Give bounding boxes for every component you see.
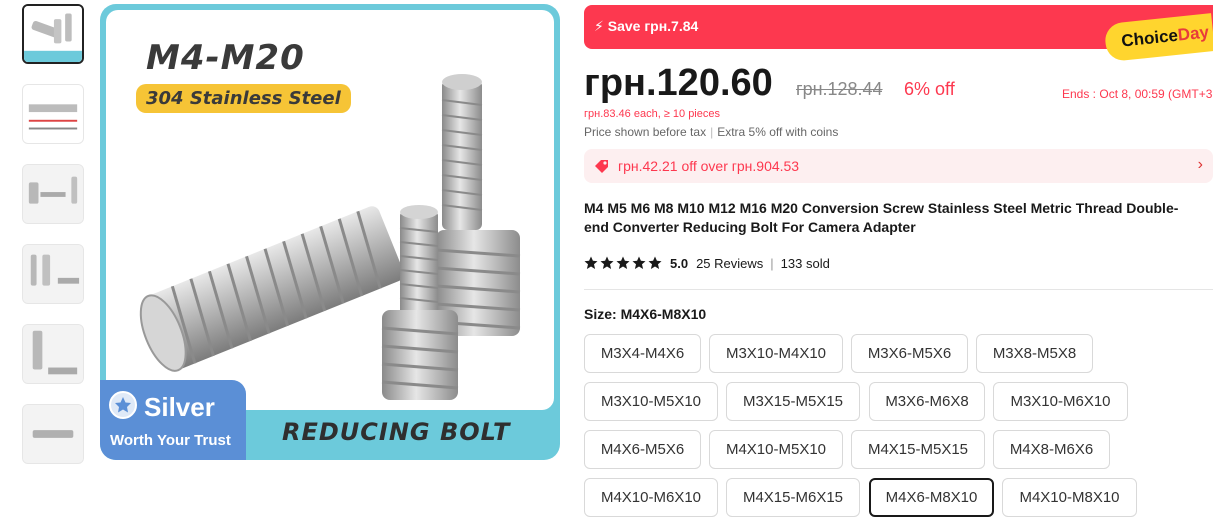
product-title: M4 M5 M6 M8 M10 M12 M16 M20 Conversion S… [584,200,1179,235]
promo-bar: ⚡ Save грн.7.84 ChoiceDay [584,5,1213,63]
tax-text: Price shown before tax [584,125,707,139]
thumbnail-6[interactable] [22,404,84,464]
star-icon [632,256,646,269]
size-option[interactable]: M3X10-M4X10 [709,334,843,373]
thumbnail-4[interactable] [22,244,84,304]
size-option[interactable]: M3X4-M4X6 [584,334,701,373]
rating-row[interactable]: 5.0 25 Reviews | 133 sold [584,254,830,272]
size-option[interactable]: M4X10-M5X10 [709,430,843,469]
size-option[interactable]: M4X15-M6X15 [726,478,860,517]
save-amount: Save грн.7.84 [607,18,699,34]
sold-count: 133 sold [780,255,830,271]
sale-ends: Ends : Oct 8, 00:59 (GMT+3 [1062,87,1213,101]
star-icon [584,256,598,269]
bulk-price: грн.83.46 each, ≥ 10 pieces [584,108,720,120]
size-option[interactable]: M4X10-M8X10 [1002,478,1137,517]
size-option[interactable]: M4X6-M8X10 [869,478,994,517]
coupon-text: грн.42.21 off over грн.904.53 [618,158,800,174]
star-icon [616,256,630,269]
review-count[interactable]: 25 Reviews [696,256,763,271]
save-label: ⚡ Save грн.7.84 [594,18,698,35]
silver-badge: Silver Worth Your Trust [100,380,246,460]
lightning-icon: ⚡ [594,18,604,34]
size-option[interactable]: M4X6-M5X6 [584,430,701,469]
main-product-image[interactable]: M4-M20 304 Stainless Steel Silver Worth … [100,4,560,460]
thumbnail-5[interactable] [22,324,84,384]
size-option[interactable]: M3X15-M5X15 [726,382,860,421]
size-option[interactable]: M4X10-M6X10 [584,478,718,517]
medal-icon [109,391,137,419]
image-footer-text: REDUCING BOLT [282,418,511,446]
star-icon [600,256,614,269]
tag-icon [595,160,608,173]
coupon-banner[interactable]: грн.42.21 off over грн.904.53 › [584,149,1213,183]
thumbnail-2[interactable] [22,84,84,144]
thumbnail-1[interactable] [22,4,84,64]
image-heading: M4-M20 [146,38,305,78]
badge-title: Silver [144,392,215,422]
rating-score: 5.0 [670,255,689,271]
product-photo: M4-M20 304 Stainless Steel [106,10,554,410]
star-rating [584,256,662,270]
original-price: грн.128.44 [796,79,883,99]
coins-text: Extra 5% off with coins [717,125,839,139]
size-option[interactable]: M4X8-M6X6 [993,430,1110,469]
material-pill: 304 Stainless Steel [136,84,351,113]
badge-subtitle: Worth Your Trust [110,432,231,449]
chevron-right-icon: › [1197,156,1203,173]
size-option[interactable]: M4X15-M5X15 [851,430,985,469]
size-label: Size: M4X6-M8X10 [584,306,707,322]
choice-day-badge: ChoiceDay [1103,13,1213,63]
choice-prefix: Choice [1120,25,1179,51]
tax-note: Price shown before tax | Extra 5% off with… [584,125,839,139]
size-option[interactable]: M3X6-M6X8 [869,382,985,421]
size-option[interactable]: M3X10-M6X10 [993,382,1128,421]
star-icon [648,256,662,269]
rating-divider: | [770,255,774,271]
divider [584,289,1213,290]
choice-suffix: Day [1176,22,1210,45]
thumbnail-3[interactable] [22,164,84,224]
current-price: грн.120.60 [584,62,773,104]
discount-percent: 6% off [904,79,955,99]
size-option[interactable]: M3X6-M5X6 [851,334,968,373]
size-option[interactable]: M3X8-M5X8 [976,334,1093,373]
size-option[interactable]: M3X10-M5X10 [584,382,718,421]
